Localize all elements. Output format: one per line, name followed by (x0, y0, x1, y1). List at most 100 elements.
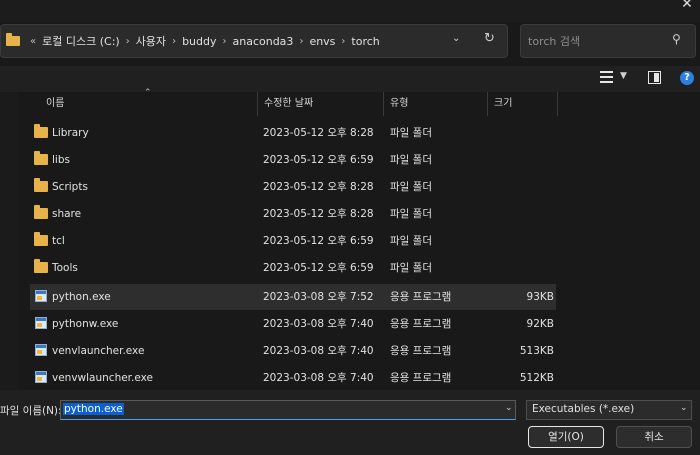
file-size (490, 228, 554, 254)
column-divider[interactable] (557, 92, 558, 116)
column-divider[interactable] (383, 92, 384, 116)
file-date: 2023-05-12 오후 6:59 (263, 262, 374, 274)
column-header-date[interactable]: 수정한 날짜 (264, 92, 382, 116)
file-size: 93KB (526, 291, 554, 303)
search-icon[interactable]: ⚲ (672, 32, 681, 46)
column-header-size[interactable]: 크기 (494, 92, 556, 116)
breadcrumb-item[interactable]: envs (307, 35, 337, 48)
file-size: 512KB (519, 372, 554, 384)
column-divider[interactable] (257, 92, 258, 116)
file-size (490, 201, 554, 227)
help-icon[interactable]: ? (680, 71, 694, 85)
file-name: Scripts (52, 181, 88, 193)
chevron-right-icon[interactable]: › (337, 36, 349, 47)
file-size (490, 120, 554, 146)
chevron-right-icon[interactable]: › (168, 36, 180, 47)
file-name: venvwlauncher.exe (52, 372, 153, 384)
folder-icon (34, 205, 48, 219)
file-type: 응용 프로그램 (390, 345, 452, 357)
navigation-pane[interactable] (0, 92, 18, 390)
file-date: 2023-05-12 오후 8:28 (263, 208, 374, 220)
python-exe-icon (35, 290, 47, 302)
file-type: 응용 프로그램 (390, 318, 452, 330)
file-date: 2023-05-12 오후 6:59 (263, 154, 374, 166)
column-header-type[interactable]: 유형 (390, 92, 486, 116)
title-bar (0, 0, 700, 22)
breadcrumb: « 로컬 디스크 (C:) › 사용자 › buddy › anaconda3 … (6, 24, 382, 58)
view-options-icon[interactable] (600, 71, 613, 83)
file-type: 파일 폴더 (390, 262, 432, 274)
file-size (490, 255, 554, 281)
folder-icon (6, 33, 20, 46)
file-type: 파일 폴더 (390, 154, 432, 166)
folder-icon (34, 124, 48, 138)
file-date: 2023-03-08 오후 7:40 (263, 372, 374, 384)
chevron-right-icon[interactable]: › (219, 36, 231, 47)
refresh-icon[interactable]: ↻ (484, 31, 495, 46)
file-date: 2023-05-12 오후 8:28 (263, 127, 374, 139)
file-row-library[interactable]: Library 2023-05-12 오후 8:28 파일 폴더 (30, 120, 556, 146)
file-name: libs (52, 154, 70, 166)
file-size (490, 147, 554, 173)
chevron-down-icon[interactable]: ⌄ (680, 403, 688, 413)
file-date: 2023-03-08 오후 7:52 (263, 291, 374, 303)
file-row-pythonw-exe[interactable]: pythonw.exe 2023-03-08 오후 7:40 응용 프로그램 9… (30, 311, 556, 337)
file-row-share[interactable]: share 2023-05-12 오후 8:28 파일 폴더 (30, 201, 556, 227)
file-size: 92KB (526, 318, 554, 330)
search-placeholder: torch 검색 (528, 35, 581, 48)
file-row-venvlauncher-exe[interactable]: venvlauncher.exe 2023-03-08 오후 7:40 응용 프… (30, 338, 556, 364)
file-date: 2023-03-08 오후 7:40 (263, 345, 374, 357)
address-history-dropdown-icon[interactable]: ⌄ (452, 33, 460, 44)
file-row-libs[interactable]: libs 2023-05-12 오후 6:59 파일 폴더 (30, 147, 556, 173)
file-type: 파일 폴더 (390, 127, 432, 139)
file-name: Library (52, 127, 89, 139)
folder-icon (34, 259, 48, 273)
python-exe-icon (35, 344, 47, 356)
file-row-tools[interactable]: Tools 2023-05-12 오후 6:59 파일 폴더 (30, 255, 556, 281)
file-name: pythonw.exe (52, 318, 119, 330)
file-row-python-exe[interactable]: python.exe 2023-03-08 오후 7:52 응용 프로그램 93… (30, 284, 556, 310)
chevron-right-icon[interactable]: › (122, 36, 134, 47)
breadcrumb-item[interactable]: buddy (180, 35, 218, 48)
file-date: 2023-05-12 오후 8:28 (263, 181, 374, 193)
preview-pane-icon[interactable] (648, 71, 661, 84)
breadcrumb-item[interactable]: anaconda3 (231, 35, 296, 48)
file-type: 파일 폴더 (390, 235, 432, 247)
chevron-right-icon[interactable]: › (295, 36, 307, 47)
file-size: 513KB (519, 345, 554, 357)
file-date: 2023-03-08 오후 7:40 (263, 318, 374, 330)
filename-value[interactable]: python.exe (63, 403, 124, 415)
filetype-value: Executables (*.exe) (532, 403, 635, 415)
file-row-scripts[interactable]: Scripts 2023-05-12 오후 8:28 파일 폴더 (30, 174, 556, 200)
file-name: share (52, 208, 82, 220)
file-name: Tools (52, 262, 78, 274)
filename-label: 파일 이름(N): (0, 405, 62, 417)
file-name: venvlauncher.exe (52, 345, 145, 357)
file-type: 파일 폴더 (390, 181, 432, 193)
file-name: tcl (52, 235, 65, 247)
view-dropdown-icon[interactable]: ▼ (620, 71, 627, 81)
folder-icon (34, 178, 48, 192)
column-divider[interactable] (487, 92, 488, 116)
file-size (490, 174, 554, 200)
cancel-button[interactable]: 취소 (616, 426, 692, 448)
file-row-tcl[interactable]: tcl 2023-05-12 오후 6:59 파일 폴더 (30, 228, 556, 254)
file-row-venvwlauncher-exe[interactable]: venvwlauncher.exe 2023-03-08 오후 7:40 응용 … (30, 365, 556, 391)
close-icon[interactable]: ✕ (680, 0, 694, 11)
column-header-name[interactable]: 이름 (46, 92, 256, 116)
file-type: 응용 프로그램 (390, 291, 452, 303)
folder-icon (34, 232, 48, 246)
breadcrumb-item[interactable]: 로컬 디스크 (C:) (40, 33, 122, 49)
breadcrumb-item[interactable]: torch (349, 35, 381, 48)
filename-input[interactable] (60, 400, 516, 420)
python-exe-icon (35, 317, 47, 329)
breadcrumb-overflow[interactable]: « (26, 36, 40, 47)
file-date: 2023-05-12 오후 6:59 (263, 235, 374, 247)
open-button[interactable]: 열기(O) (528, 426, 604, 448)
file-type: 응용 프로그램 (390, 372, 452, 384)
filename-history-dropdown-icon[interactable]: ⌄ (505, 403, 513, 413)
toolbar (0, 66, 700, 92)
breadcrumb-item[interactable]: 사용자 (134, 33, 168, 49)
folder-icon (34, 151, 48, 165)
file-type: 파일 폴더 (390, 208, 432, 220)
